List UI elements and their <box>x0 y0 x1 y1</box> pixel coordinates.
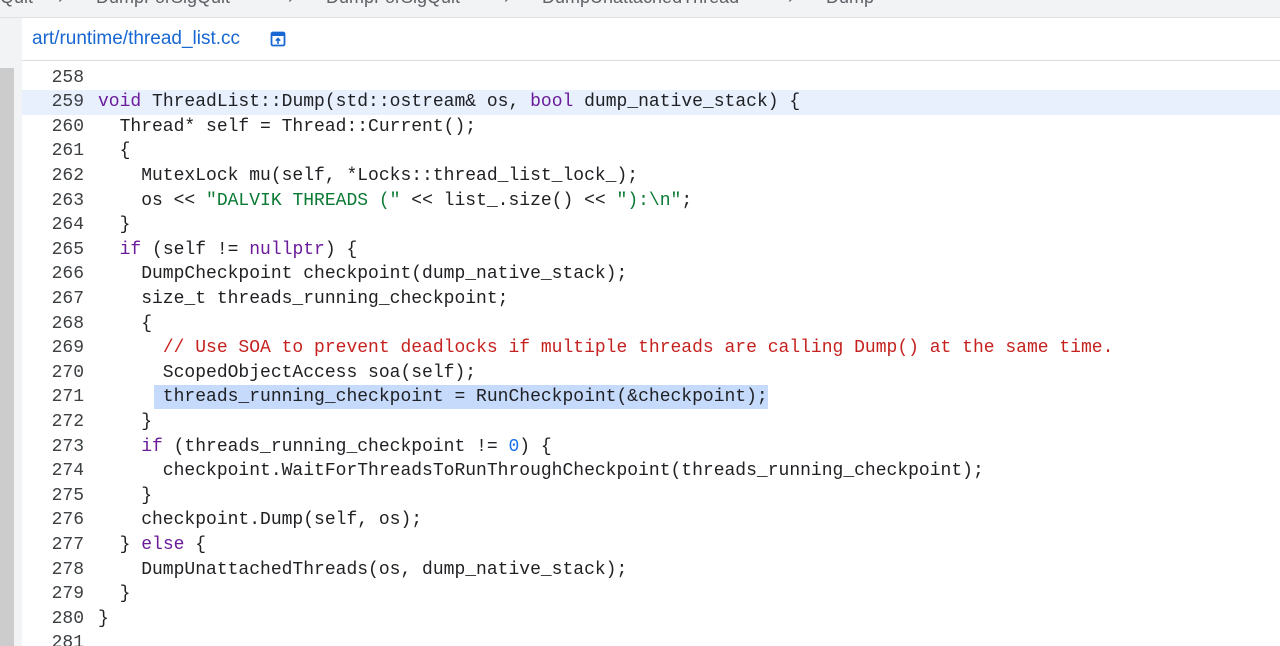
code-text[interactable]: checkpoint.Dump(self, os); <box>98 508 422 533</box>
chevron-right-icon: › <box>504 0 510 8</box>
line-number[interactable]: 266 <box>22 262 84 287</box>
code-text[interactable]: } <box>98 213 131 238</box>
chevron-right-icon: › <box>58 0 64 8</box>
file-header: art/runtime/thread_list.cc <box>22 18 1280 61</box>
line-number[interactable]: 260 <box>22 115 84 140</box>
line-number[interactable]: 269 <box>22 336 84 361</box>
code-line: 280} <box>22 607 1280 632</box>
code-text[interactable]: DumpCheckpoint checkpoint(dump_native_st… <box>98 262 627 287</box>
code-text[interactable]: // Use SOA to prevent deadlocks if multi… <box>98 336 1114 361</box>
code-text[interactable]: MutexLock mu(self, *Locks::thread_list_l… <box>98 164 638 189</box>
code-line: 266 DumpCheckpoint checkpoint(dump_nativ… <box>22 262 1280 287</box>
code-line: 276 checkpoint.Dump(self, os); <box>22 508 1280 533</box>
line-number[interactable]: 277 <box>22 533 84 558</box>
breadcrumb-item[interactable]: DumpForSigQuit <box>96 0 230 8</box>
code-line: 260 Thread* self = Thread::Current(); <box>22 115 1280 140</box>
file-path-link[interactable]: art/runtime/thread_list.cc <box>32 28 240 50</box>
line-number[interactable]: 267 <box>22 287 84 312</box>
breadcrumb-item[interactable]: DumpUnattachedThread <box>542 0 739 8</box>
line-number[interactable]: 258 <box>22 66 84 91</box>
line-number[interactable]: 278 <box>22 558 84 583</box>
code-text[interactable]: void ThreadList::Dump(std::ostream& os, … <box>98 90 800 115</box>
code-line: 270 ScopedObjectAccess soa(self); <box>22 361 1280 386</box>
code-text[interactable]: } <box>98 484 152 509</box>
code-text[interactable]: size_t threads_running_checkpoint; <box>98 287 508 312</box>
line-number[interactable]: 272 <box>22 410 84 435</box>
line-number[interactable]: 275 <box>22 484 84 509</box>
code-line: 265 if (self != nullptr) { <box>22 238 1280 263</box>
code-text[interactable]: DumpUnattachedThreads(os, dump_native_st… <box>98 558 627 583</box>
code-line: 264 } <box>22 213 1280 238</box>
code-line: 263 os << "DALVIK THREADS (" << list_.si… <box>22 189 1280 214</box>
chevron-right-icon: › <box>788 0 794 8</box>
code-text[interactable]: ScopedObjectAccess soa(self); <box>98 361 476 386</box>
line-number[interactable]: 281 <box>22 631 84 646</box>
code-line: 261 { <box>22 139 1280 164</box>
code-line: 273 if (threads_running_checkpoint != 0)… <box>22 435 1280 460</box>
code-view[interactable]: 258 259 void ThreadList::Dump(std::ostream… <box>22 61 1280 646</box>
code-line: 268 { <box>22 312 1280 337</box>
breadcrumb-item[interactable]: DumpForSigQuit <box>326 0 460 8</box>
code-text[interactable]: } <box>98 410 152 435</box>
code-text[interactable]: if (self != nullptr) { <box>98 238 358 263</box>
code-line: 272 } <box>22 410 1280 435</box>
code-text[interactable]: checkpoint.WaitForThreadsToRunThroughChe… <box>98 459 984 484</box>
line-number[interactable]: 270 <box>22 361 84 386</box>
code-text[interactable]: { <box>98 312 152 337</box>
code-text[interactable]: { <box>98 139 131 164</box>
code-text[interactable]: } <box>98 607 109 632</box>
line-number[interactable]: 261 <box>22 139 84 164</box>
code-line: 269 // Use SOA to prevent deadlocks if m… <box>22 336 1280 361</box>
code-line: 274 checkpoint.WaitForThreadsToRunThroug… <box>22 459 1280 484</box>
scrollbar-thumb[interactable] <box>0 68 14 646</box>
code-text[interactable]: if (threads_running_checkpoint != 0) { <box>98 435 551 460</box>
line-number[interactable]: 262 <box>22 164 84 189</box>
line-number[interactable]: 265 <box>22 238 84 263</box>
code-line: 279 } <box>22 582 1280 607</box>
breadcrumb-item[interactable]: Dump <box>826 0 874 8</box>
line-number[interactable]: 279 <box>22 582 84 607</box>
line-number[interactable]: 259 <box>22 90 84 115</box>
breadcrumb: Quit › DumpForSigQuit › DumpForSigQuit › DumpU… <box>0 0 1280 18</box>
code-text[interactable]: } <box>98 582 131 607</box>
code-line: 271 threads_running_checkpoint = RunChec… <box>22 385 1280 410</box>
line-number[interactable]: 264 <box>22 213 84 238</box>
line-number[interactable]: 271 <box>22 385 84 410</box>
code-text[interactable]: } else { <box>98 533 206 558</box>
left-gutter <box>0 18 22 646</box>
code-text[interactable]: threads_running_checkpoint = RunCheckpoi… <box>98 385 768 410</box>
open-in-new-icon[interactable] <box>270 31 286 47</box>
code-line: 275 } <box>22 484 1280 509</box>
code-line: 258 <box>22 66 1280 91</box>
code-line: 259 void ThreadList::Dump(std::ostream& o… <box>22 90 1280 115</box>
code-line: 267 size_t threads_running_checkpoint; <box>22 287 1280 312</box>
line-number[interactable]: 273 <box>22 435 84 460</box>
code-line: 262 MutexLock mu(self, *Locks::thread_li… <box>22 164 1280 189</box>
code-text[interactable]: os << "DALVIK THREADS (" << list_.size()… <box>98 189 692 214</box>
breadcrumb-item[interactable]: Quit <box>0 0 33 8</box>
line-number[interactable]: 263 <box>22 189 84 214</box>
chevron-right-icon: › <box>288 0 294 8</box>
code-line: 278 DumpUnattachedThreads(os, dump_nativ… <box>22 558 1280 583</box>
code-line: 281 <box>22 631 1280 646</box>
code-text[interactable]: Thread* self = Thread::Current(); <box>98 115 476 140</box>
line-number[interactable]: 268 <box>22 312 84 337</box>
line-number[interactable]: 280 <box>22 607 84 632</box>
line-number[interactable]: 274 <box>22 459 84 484</box>
code-line: 277 } else { <box>22 533 1280 558</box>
line-number[interactable]: 276 <box>22 508 84 533</box>
